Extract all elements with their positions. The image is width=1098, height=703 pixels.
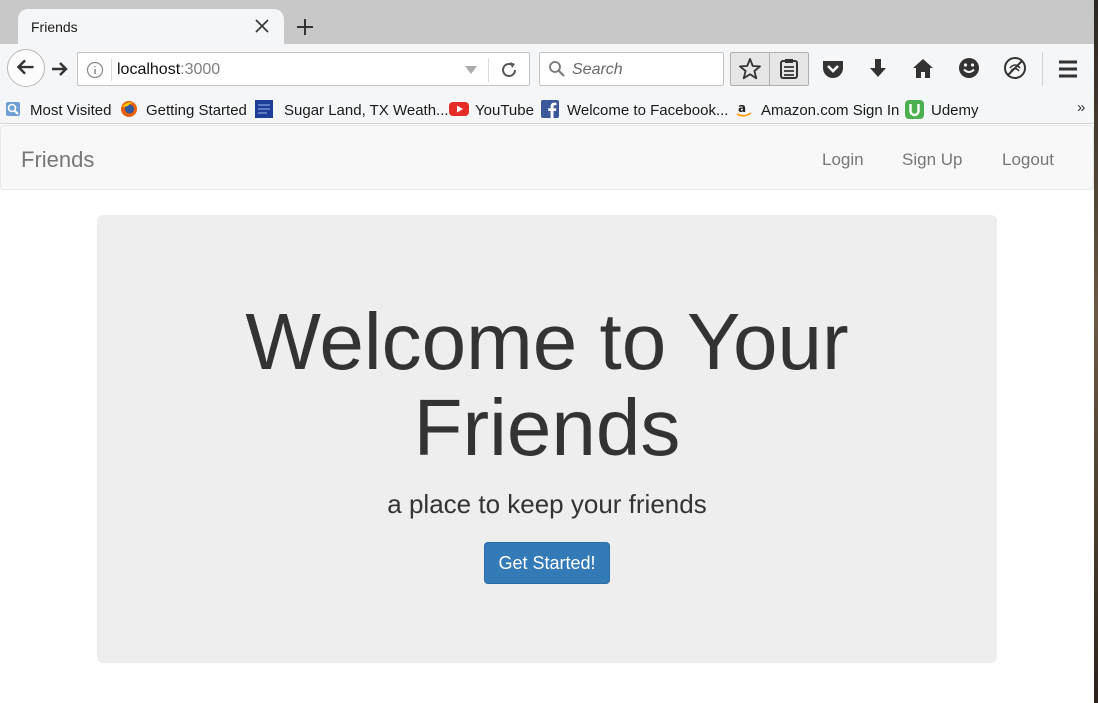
toolbar-separator — [1042, 52, 1043, 86]
udemy-icon — [905, 100, 924, 119]
tracking-protection-icon[interactable] — [1002, 55, 1028, 81]
svg-text:a: a — [738, 101, 746, 115]
home-icon[interactable] — [910, 56, 936, 82]
bookmark-label: Sugar Land, TX Weath... — [284, 102, 449, 119]
amazon-icon: a — [736, 101, 752, 117]
hero-title-line-1: Welcome to Your — [245, 297, 849, 386]
browser-tab[interactable]: Friends — [18, 9, 284, 45]
firefox-icon — [121, 101, 137, 117]
window-edge — [1094, 0, 1098, 703]
url-history-dropdown-icon[interactable] — [464, 65, 478, 75]
get-started-button[interactable]: Get Started! — [484, 542, 610, 584]
nav-signup-link[interactable]: Sign Up — [902, 150, 962, 170]
bookmark-label: Most Visited — [30, 102, 112, 119]
close-tab-icon[interactable] — [253, 17, 271, 35]
site-navbar: Friends Login Sign Up Logout — [0, 125, 1094, 190]
forward-arrow-icon[interactable] — [49, 58, 71, 80]
search-icon — [549, 61, 565, 77]
site-brand[interactable]: Friends — [21, 147, 94, 173]
hero-subtitle: a place to keep your friends — [387, 489, 707, 519]
bookmark-toolbar-group — [730, 52, 809, 86]
facebook-icon — [541, 100, 559, 118]
back-button[interactable] — [7, 49, 45, 87]
tab-title: Friends — [31, 19, 78, 35]
bookmarks-overflow-chevron[interactable]: » — [1077, 99, 1085, 116]
url-divider-2 — [488, 58, 489, 82]
bookmark-label: Udemy — [931, 102, 979, 119]
back-arrow-icon — [16, 59, 34, 75]
smiley-icon[interactable] — [956, 55, 982, 81]
url-host: localhost — [117, 61, 181, 78]
hero-jumbotron: Welcome to Your Friends a place to keep … — [97, 215, 997, 663]
search-input[interactable]: Search — [572, 61, 623, 79]
downloads-icon[interactable] — [865, 56, 891, 82]
site-info-icon[interactable] — [86, 61, 104, 79]
url-divider — [111, 59, 112, 81]
browser-navbar: localhost:3000 Search — [0, 44, 1094, 96]
nav-login-link[interactable]: Login — [822, 150, 864, 170]
pocket-icon[interactable] — [820, 56, 846, 82]
bookmark-label: YouTube — [475, 102, 534, 119]
search-bar[interactable]: Search — [539, 52, 724, 86]
bookmarks-bar: Most Visited Getting Started Sugar Land,… — [0, 96, 1094, 124]
url-text[interactable]: localhost:3000 — [117, 61, 220, 79]
tab-strip: Friends — [0, 0, 1094, 45]
weather-channel-icon — [255, 100, 273, 118]
reload-icon[interactable] — [499, 60, 519, 80]
most-visited-icon — [6, 102, 20, 116]
url-port: :3000 — [180, 61, 221, 78]
bookmark-label: Getting Started — [146, 102, 247, 119]
bookmark-label: Amazon.com Sign In — [761, 102, 900, 119]
bookmark-label: Welcome to Facebook... — [567, 102, 729, 119]
hero-title: Welcome to Your Friends — [97, 299, 997, 471]
hamburger-menu-icon[interactable] — [1055, 56, 1081, 82]
new-tab-icon[interactable] — [293, 15, 317, 39]
star-icon[interactable] — [737, 56, 763, 82]
youtube-icon — [449, 102, 469, 116]
hero-title-line-2: Friends — [413, 383, 681, 472]
bookmarks-list-icon[interactable] — [776, 56, 802, 82]
toolbar-divider — [769, 53, 770, 85]
nav-logout-link[interactable]: Logout — [1002, 150, 1054, 170]
url-bar[interactable]: localhost:3000 — [77, 52, 530, 86]
